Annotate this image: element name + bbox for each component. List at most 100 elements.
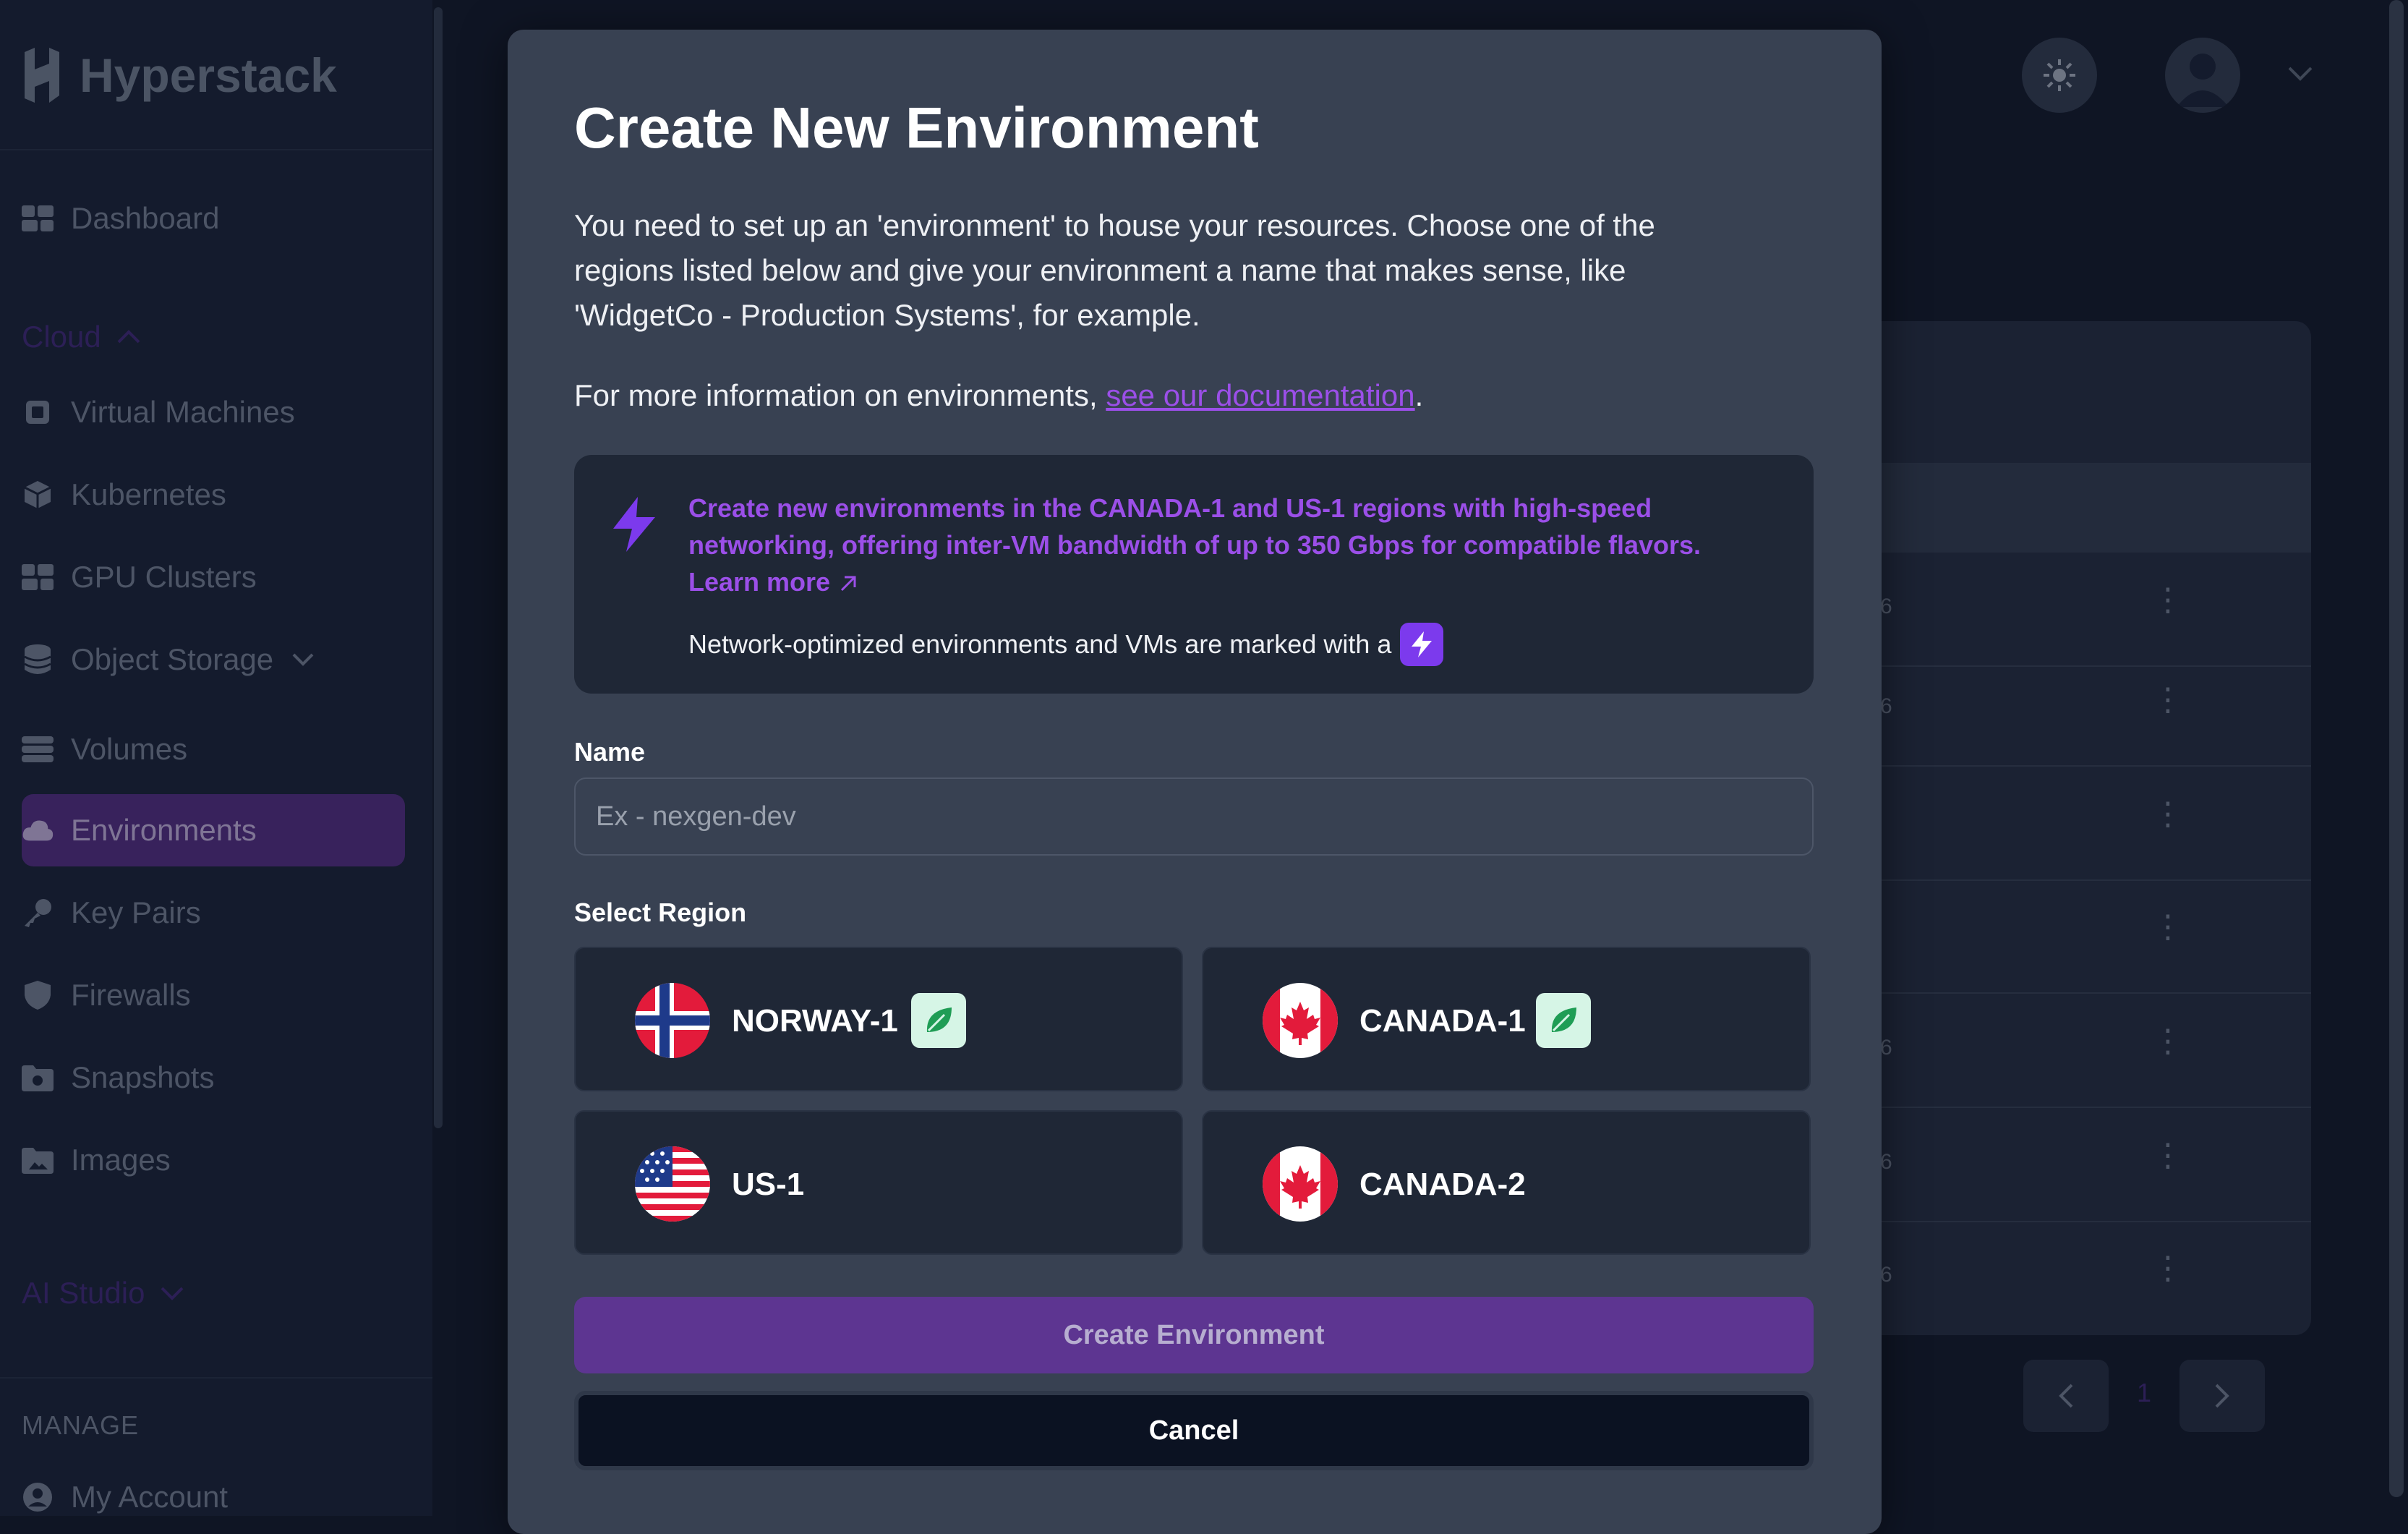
create-environment-button[interactable]: Create Environment — [574, 1297, 1814, 1373]
callout-note: Network-optimized environments and VMs a… — [688, 623, 1444, 666]
section-ai-studio-label: AI Studio — [22, 1276, 145, 1310]
prev-page-button[interactable] — [2023, 1360, 2109, 1432]
shield-icon — [22, 979, 54, 1011]
more-options-icon[interactable]: ⋮ — [2152, 1140, 2184, 1172]
sidebar-item-label: Dashboard — [71, 201, 220, 235]
learn-more-label: Learn more — [688, 567, 831, 597]
avatar-icon — [2177, 54, 2229, 107]
cancel-button[interactable]: Cancel — [574, 1391, 1814, 1470]
more-options-icon[interactable]: ⋮ — [2152, 1026, 2184, 1057]
sidebar-item-object-storage[interactable]: Object Storage — [22, 623, 405, 696]
sidebar-item-label: Key Pairs — [71, 895, 201, 929]
sidebar-item-firewalls[interactable]: Firewalls — [22, 959, 405, 1031]
row-fragment: 6 — [1880, 1150, 1892, 1174]
more-options-icon[interactable]: ⋮ — [2152, 584, 2184, 616]
sidebar-item-environments[interactable]: Environments — [22, 794, 405, 866]
green-energy-leaf-icon — [911, 993, 966, 1048]
callout-note-text: Network-optimized environments and VMs a… — [688, 629, 1392, 659]
sidebar-item-gpu-clusters[interactable]: GPU Clusters — [22, 541, 405, 613]
canada-flag-icon — [1263, 983, 1338, 1058]
region-option-canada-2[interactable]: CANADA-2 — [1202, 1110, 1811, 1255]
chevron-right-icon — [2215, 1384, 2229, 1408]
sidebar-item-snapshots[interactable]: Snapshots — [22, 1041, 405, 1114]
hyperstack-logo-icon — [25, 48, 59, 103]
environments-table: 6 ⋮ 6 ⋮ ⋮ ⋮ 6 ⋮ 6 ⋮ 6 ⋮ — [1808, 321, 2311, 1335]
modal-description: You need to set up an 'environment' to h… — [574, 208, 1655, 332]
sun-icon — [2044, 59, 2075, 91]
lightning-icon — [613, 497, 655, 552]
sidebar-item-volumes[interactable]: Volumes — [22, 713, 405, 785]
sidebar-item-kubernetes[interactable]: Kubernetes — [22, 459, 405, 531]
more-options-icon[interactable]: ⋮ — [2152, 911, 2184, 943]
table-header — [1808, 463, 2311, 553]
network-optimized-badge-icon — [1400, 623, 1444, 666]
info-suffix: . — [1414, 378, 1424, 412]
region-name: NORWAY-1 — [732, 1003, 898, 1039]
documentation-link[interactable]: see our documentation — [1106, 378, 1414, 412]
sidebar-item-label: Kubernetes — [71, 477, 226, 511]
chevron-down-icon — [292, 653, 314, 666]
section-ai-studio-toggle[interactable]: AI Studio — [22, 1276, 185, 1311]
chip-icon — [22, 396, 54, 428]
sidebar-item-dashboard[interactable]: Dashboard — [22, 182, 405, 255]
table-row[interactable]: 6 ⋮ — [1808, 652, 2311, 767]
page-number[interactable]: 1 — [2137, 1378, 2151, 1408]
sidebar: Hyperstack Dashboard Cloud Virtual Machi… — [0, 0, 432, 1516]
norway-flag-icon — [635, 983, 710, 1058]
sidebar-item-label: Virtual Machines — [71, 395, 295, 429]
region-option-canada-1[interactable]: CANADA-1 — [1202, 947, 1811, 1091]
cluster-icon — [22, 561, 54, 593]
row-fragment: 6 — [1880, 694, 1892, 718]
network-callout: Create new environments in the CANADA-1 … — [574, 455, 1814, 694]
brand-logo[interactable]: Hyperstack — [22, 45, 337, 106]
cube-icon — [22, 479, 54, 511]
region-name: CANADA-2 — [1359, 1167, 1526, 1202]
camera-folder-icon — [22, 1062, 54, 1094]
user-avatar[interactable] — [2165, 38, 2240, 113]
chevron-left-icon — [2059, 1384, 2073, 1408]
region-option-us-1[interactable]: US-1 — [574, 1110, 1183, 1255]
table-row[interactable]: 6 ⋮ — [1808, 1221, 2311, 1334]
chevron-down-icon — [161, 1287, 184, 1300]
sidebar-item-label: Volumes — [71, 732, 188, 766]
sidebar-scrollbar[interactable] — [434, 7, 443, 1128]
green-energy-leaf-icon — [1536, 993, 1591, 1048]
external-link-icon — [841, 576, 856, 592]
table-row[interactable]: ⋮ — [1808, 767, 2311, 881]
region-name: US-1 — [732, 1167, 805, 1202]
section-cloud-toggle[interactable]: Cloud — [22, 320, 142, 354]
sidebar-item-my-account[interactable]: My Account — [22, 1461, 405, 1533]
cloud-icon — [22, 814, 54, 846]
table-row[interactable]: 6 ⋮ — [1808, 1108, 2311, 1222]
row-fragment: 6 — [1880, 595, 1892, 618]
callout-text: Create new environments in the CANADA-1 … — [688, 490, 1730, 600]
table-row[interactable]: ⋮ — [1808, 879, 2311, 994]
more-options-icon[interactable]: ⋮ — [2152, 684, 2184, 716]
table-row[interactable]: 6 ⋮ — [1808, 553, 2311, 667]
page-scrollbar[interactable] — [2389, 0, 2404, 1497]
sidebar-item-key-pairs[interactable]: Key Pairs — [22, 877, 405, 949]
info-text: For more information on environments, — [574, 378, 1106, 412]
sidebar-item-label: Object Storage — [71, 642, 274, 676]
create-environment-modal: Create New Environment You need to set u… — [508, 30, 1882, 1534]
name-label: Name — [574, 737, 646, 767]
environment-name-input[interactable] — [574, 777, 1814, 856]
more-options-icon[interactable]: ⋮ — [2152, 1253, 2184, 1284]
region-option-norway-1[interactable]: NORWAY-1 — [574, 947, 1183, 1091]
sidebar-item-label: Snapshots — [71, 1060, 215, 1094]
app-root: Hyperstack Dashboard Cloud Virtual Machi… — [0, 0, 2408, 1534]
next-page-button[interactable] — [2179, 1360, 2265, 1432]
database-icon — [22, 644, 54, 676]
chevron-down-icon[interactable] — [2287, 65, 2314, 82]
sidebar-item-virtual-machines[interactable]: Virtual Machines — [22, 376, 405, 448]
sidebar-divider — [0, 149, 432, 150]
sidebar-item-images[interactable]: Images — [22, 1124, 405, 1196]
more-options-icon[interactable]: ⋮ — [2152, 798, 2184, 830]
documentation-info: For more information on environments, se… — [574, 378, 1423, 413]
modal-title: Create New Environment — [574, 95, 1259, 160]
table-row[interactable]: 6 ⋮ — [1808, 994, 2311, 1108]
learn-more-link[interactable]: Learn more — [688, 567, 859, 597]
row-fragment: 6 — [1880, 1036, 1892, 1060]
theme-toggle-button[interactable] — [2022, 38, 2097, 113]
sidebar-item-label: Firewalls — [71, 978, 191, 1012]
